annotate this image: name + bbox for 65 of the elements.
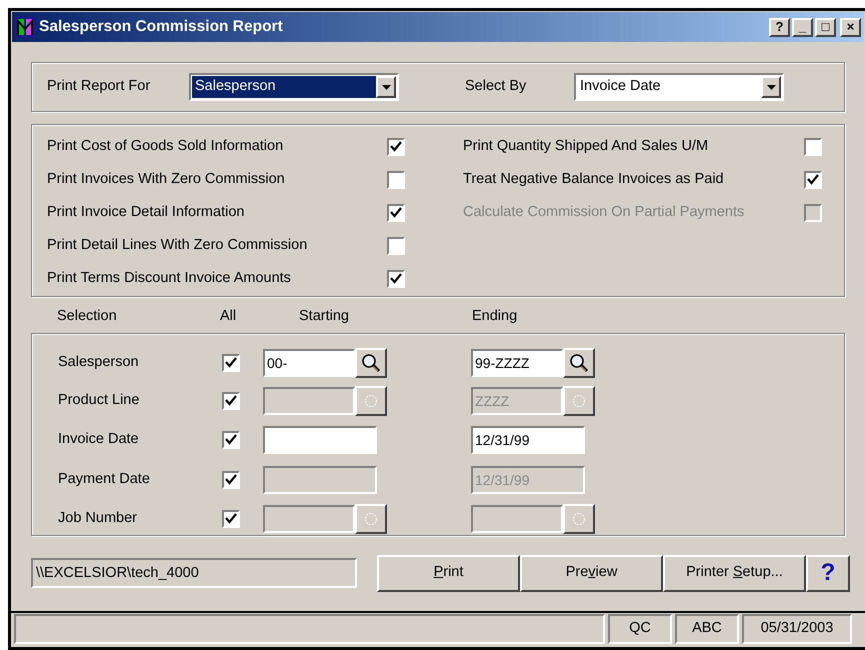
dotted-circle-icon xyxy=(364,394,378,408)
input-field[interactable]: 12/31/99 xyxy=(471,426,585,454)
checkbox[interactable] xyxy=(387,204,405,222)
checkbox[interactable] xyxy=(222,510,240,528)
row-label: Job Number xyxy=(58,508,138,528)
column-header: Selection xyxy=(57,307,118,326)
dropdown[interactable]: Salesperson xyxy=(189,73,399,101)
search-button[interactable] xyxy=(355,348,387,378)
maximize-button[interactable]: □ xyxy=(815,18,836,36)
checkbox[interactable] xyxy=(804,170,822,188)
help-button[interactable]: ? xyxy=(806,554,850,592)
checkbox[interactable] xyxy=(387,138,405,156)
lookup-button[interactable] xyxy=(563,386,595,416)
option-label: Print Invoices With Zero Commission xyxy=(47,170,286,189)
status-text: 05/31/2003 xyxy=(742,614,852,644)
column-header: All xyxy=(220,307,238,326)
minimize-button[interactable]: _ xyxy=(792,18,813,36)
option-label: Print Terms Discount Invoice Amounts xyxy=(47,268,292,288)
column-header: Ending xyxy=(472,307,518,326)
app-icon xyxy=(15,17,35,37)
option-label: Print Detail Lines With Zero Commission xyxy=(47,236,308,255)
search-icon xyxy=(569,353,589,373)
printer-setup-button[interactable]: Printer Setup... xyxy=(663,554,806,592)
option-label: Print Quantity Shipped And Sales U/M xyxy=(463,136,710,156)
checkbox[interactable] xyxy=(387,270,405,288)
checkbox[interactable] xyxy=(387,170,405,188)
search-icon xyxy=(361,353,381,373)
dotted-circle-icon xyxy=(572,394,586,408)
lookup-button[interactable] xyxy=(563,504,595,534)
field-label: Select By xyxy=(465,77,528,96)
window-title: Salesperson Commission Report xyxy=(39,17,284,38)
checkbox[interactable] xyxy=(222,431,240,449)
checkbox[interactable] xyxy=(222,354,240,372)
option-label: Print Invoice Detail Information xyxy=(47,202,246,222)
field-label: Print Report For xyxy=(47,77,152,96)
input-field[interactable]: 00- xyxy=(263,349,355,377)
checkbox[interactable] xyxy=(222,392,240,410)
column-header: Starting xyxy=(299,307,350,326)
option-label: Print Cost of Goods Sold Information xyxy=(47,136,284,156)
input-field[interactable] xyxy=(263,426,377,454)
row-label: Salesperson xyxy=(58,353,140,372)
dotted-circle-icon xyxy=(364,512,378,526)
search-button[interactable] xyxy=(563,348,595,378)
lookup-button[interactable] xyxy=(355,504,387,534)
printer-field: \\EXCELSIOR\tech_4000 xyxy=(31,558,357,588)
dropdown[interactable]: Invoice Date xyxy=(574,73,784,101)
help-button[interactable]: ? xyxy=(769,18,790,36)
status-text: ABC xyxy=(675,614,739,644)
row-label: Payment Date xyxy=(58,470,151,490)
option-label: Calculate Commission On Partial Payments xyxy=(463,202,746,222)
checkbox[interactable] xyxy=(222,471,240,489)
dotted-circle-icon xyxy=(572,512,586,526)
close-button[interactable]: × xyxy=(840,18,861,36)
option-label: Treat Negative Balance Invoices as Paid xyxy=(463,170,725,189)
dropdown-value: Invoice Date xyxy=(579,77,662,96)
preview-button[interactable]: Preview xyxy=(520,554,663,592)
dropdown-value: Salesperson xyxy=(192,76,376,98)
lookup-button[interactable] xyxy=(355,386,387,416)
row-label: Invoice Date xyxy=(58,430,140,450)
checkbox[interactable] xyxy=(804,138,822,156)
input-field[interactable]: 99-ZZZZ xyxy=(471,349,563,377)
row-label: Product Line xyxy=(58,391,140,410)
status-text: QC xyxy=(608,614,672,644)
checkbox[interactable] xyxy=(387,236,405,254)
print-button[interactable]: Print xyxy=(377,554,520,592)
